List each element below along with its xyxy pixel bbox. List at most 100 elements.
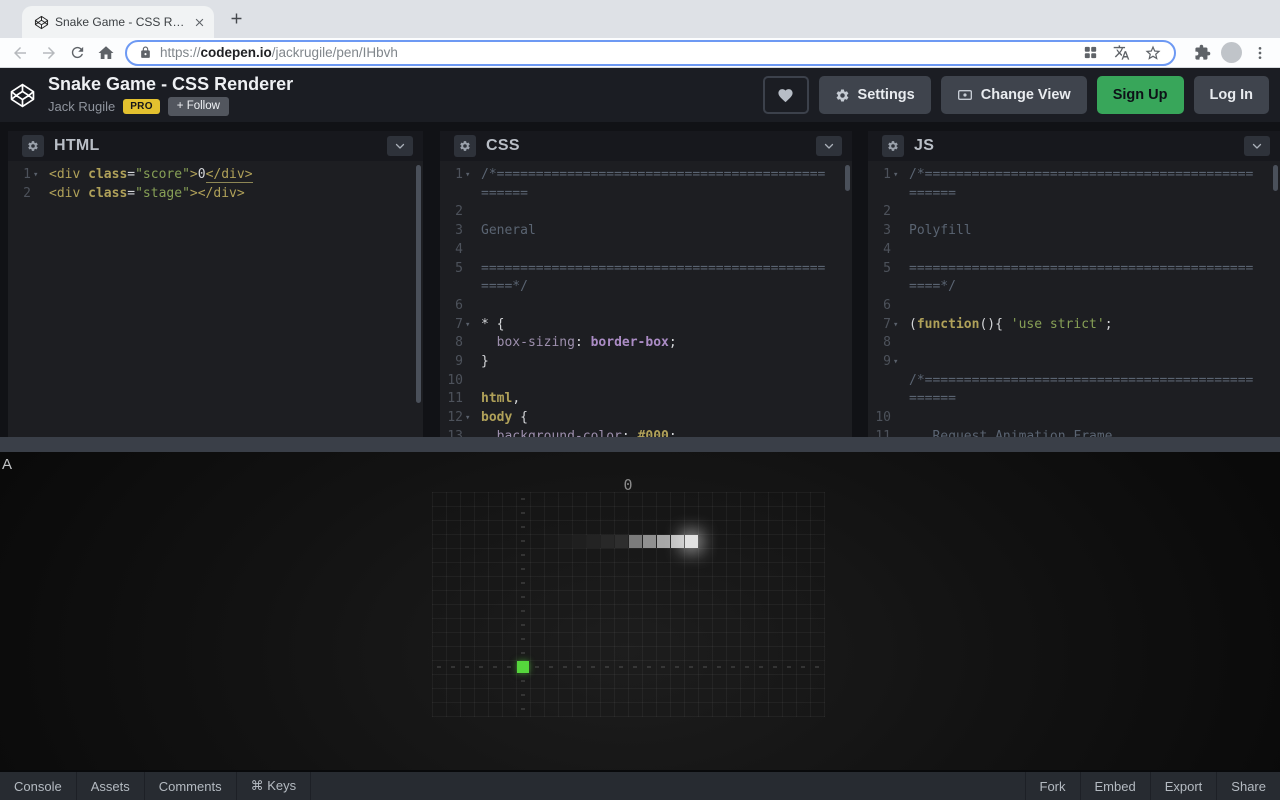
fold-spacer [891,260,902,297]
fold-arrow-icon[interactable]: ▾ [463,316,474,335]
footer-item-export[interactable]: Export [1150,772,1217,800]
code-line: 3General [440,222,852,241]
footer-item-embed[interactable]: Embed [1080,772,1150,800]
code-token: ( [909,317,917,332]
reload-icon[interactable] [69,44,86,61]
code-line-content [902,297,1257,316]
html-code-editor[interactable]: 1▾<div class="score">0</div>2<div class=… [8,161,423,437]
fold-arrow-icon[interactable]: ▾ [463,409,474,428]
guide-dash [521,680,525,682]
editor-settings-button-css[interactable] [454,135,476,157]
codepen-logo-icon[interactable] [9,82,36,109]
snake-segment [657,535,670,548]
love-button[interactable] [763,76,809,114]
code-line-content: <div class="stage"></div> [42,185,397,204]
follow-button[interactable]: + Follow [168,97,229,116]
footer-item-comments[interactable]: Comments [145,772,237,800]
editor-preview-divider[interactable] [0,437,1280,452]
line-number: 1 [23,166,31,185]
footer-item--keys[interactable]: ⌘ Keys [237,772,312,800]
fold-arrow-icon[interactable]: ▾ [891,316,902,335]
fold-spacer [463,428,474,437]
editor-scrollbar-css[interactable] [845,165,850,191]
guide-dash [521,568,525,570]
code-line: 6 [868,297,1280,316]
code-token: : [575,335,591,350]
bookmark-star-icon[interactable] [1144,44,1162,62]
gutter-cell: 1▾ [868,166,902,203]
url-bar[interactable]: https://codepen.io/jackrugile/pen/IHbvh [125,40,1176,66]
editor-footer: ConsoleAssetsComments⌘ Keys ForkEmbedExp… [0,770,1280,800]
code-token: 'use strict' [1011,317,1105,332]
fold-arrow-icon[interactable]: ▾ [891,166,902,203]
js-code-editor[interactable]: 1▾/*====================================… [868,161,1280,437]
line-number: 7 [455,316,463,335]
editor-settings-button-html[interactable] [22,135,44,157]
line-number: 9 [883,353,891,409]
code-token: "stage" [135,186,190,201]
editor-settings-button-js[interactable] [882,135,904,157]
lock-icon[interactable] [139,46,152,59]
editor-scrollbar-html[interactable] [416,165,421,403]
guide-dash [717,666,721,668]
fold-arrow-icon[interactable]: ▾ [31,166,42,185]
gutter-cell: 3 [868,222,902,241]
pen-title: Snake Game - CSS Renderer [48,74,293,94]
fold-arrow-icon[interactable]: ▾ [463,166,474,203]
editor-collapse-button-css[interactable] [816,136,842,156]
media-grid-icon[interactable] [1082,44,1099,61]
browser-tab[interactable]: Snake Game - CSS Renderer [22,6,214,38]
snake-segment [587,535,600,548]
browser-toolbar: https://codepen.io/jackrugile/pen/IHbvh [0,38,1280,68]
sign-up-button[interactable]: Sign Up [1097,76,1184,114]
guide-dash [633,666,637,668]
code-token: ; [669,335,677,350]
code-line: 12▾body { [440,409,852,428]
gear-icon [27,140,39,152]
guide-dash [521,582,525,584]
new-tab-icon[interactable] [228,10,245,27]
code-line: 2<div class="stage"></div> [8,185,423,204]
footer-item-fork[interactable]: Fork [1025,772,1080,800]
gutter-cell: 7▾ [440,316,474,335]
editor-collapse-button-js[interactable] [1244,136,1270,156]
footer-item-share[interactable]: Share [1216,772,1280,800]
fold-spacer [463,241,474,260]
guide-dash [521,540,525,542]
snake-segment [629,535,642,548]
settings-button[interactable]: Settings [819,76,931,114]
log-in-button[interactable]: Log In [1194,76,1270,114]
guide-dash [689,666,693,668]
tab-close-icon[interactable] [193,16,206,29]
guide-dash [521,708,525,710]
codepen-favicon [34,15,49,30]
forward-icon[interactable] [40,44,58,62]
css-code-editor[interactable]: 1▾/*====================================… [440,161,852,437]
code-line-content: General [474,222,829,241]
footer-item-console[interactable]: Console [0,772,77,800]
back-icon[interactable] [11,44,29,62]
code-line-content [474,372,829,391]
code-line: 2 [440,203,852,222]
editor-scrollbar-js[interactable] [1273,165,1278,191]
editor-collapse-button-html[interactable] [387,136,413,156]
preview-pane: A 0 [0,452,1280,770]
guide-dash [675,666,679,668]
fold-arrow-icon[interactable]: ▾ [891,353,902,409]
browser-menu-icon[interactable] [1252,45,1268,61]
pen-author[interactable]: Jack Rugile [48,99,115,114]
fold-spacer [891,409,902,428]
chevron-down-icon [823,140,835,152]
code-line-content: body { [474,409,829,428]
guide-dash [521,624,525,626]
extensions-puzzle-icon[interactable] [1194,44,1211,61]
translate-icon[interactable] [1113,44,1130,61]
change-view-button[interactable]: Change View [941,76,1087,114]
guide-dash [521,512,525,514]
profile-avatar[interactable] [1221,42,1242,63]
home-icon[interactable] [97,44,115,62]
code-token: : [622,429,638,437]
code-line-content: } [474,353,829,372]
footer-item-assets[interactable]: Assets [77,772,145,800]
gutter-cell: 5 [440,260,474,297]
